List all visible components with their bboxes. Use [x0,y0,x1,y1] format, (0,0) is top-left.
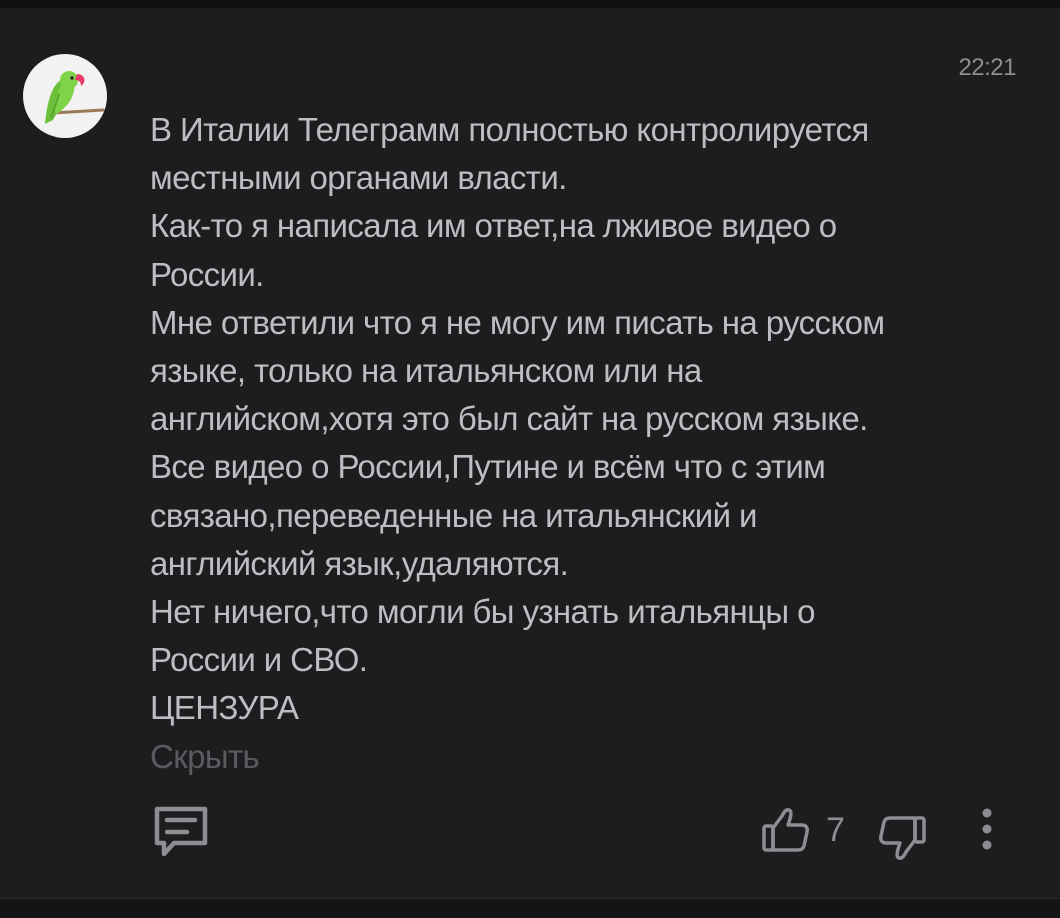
comment-timestamp: 22:21 [958,54,1016,81]
comment-card: 22:21 В Италии Телеграмм полностью контр… [0,8,1060,898]
thumbs-down-icon [879,816,926,860]
dislike-button[interactable] [876,814,926,864]
top-divider [0,0,1060,8]
comment-line: местными органами власти. [150,159,567,197]
comment-line: Все видео о России,Путине и всём что с э… [150,448,826,486]
comment-line: английском,хотя это был сайт на русском … [150,400,868,438]
more-vertical-icon [982,808,992,850]
comment-line: связано,переведенные на итальянский и [150,496,757,534]
user-avatar[interactable] [23,54,107,138]
bottom-divider [0,898,1060,918]
comment-line: языке, только на итальянском или на [150,352,702,390]
comment-line: России. [150,255,264,293]
comment-line: Нет ничего,что могли бы узнать итальянцы… [150,593,815,631]
like-count: 7 [826,811,845,849]
comment-line: России и СВО. [150,641,368,679]
more-options-button[interactable] [976,806,998,854]
like-button[interactable] [762,806,810,854]
hide-comment-link[interactable]: Скрыть [150,733,1030,781]
parrot-avatar-icon [45,71,105,124]
comment-line: ЦЕНЗУРА [150,689,299,727]
comment-line: английский язык,удаляются. [150,544,569,582]
comment-line: В Италии Телеграмм полностью контролируе… [150,111,869,148]
thumbs-up-icon [762,808,809,852]
comment-line: Как-то я написала им ответ,на лживое вид… [150,207,837,245]
reply-comment-icon [154,806,208,857]
comment-body: В Италии Телеграмм полностью контролируе… [150,106,1030,781]
reply-button[interactable] [152,805,210,859]
comment-line: Мне ответили что я не могу им писать на … [150,303,885,341]
